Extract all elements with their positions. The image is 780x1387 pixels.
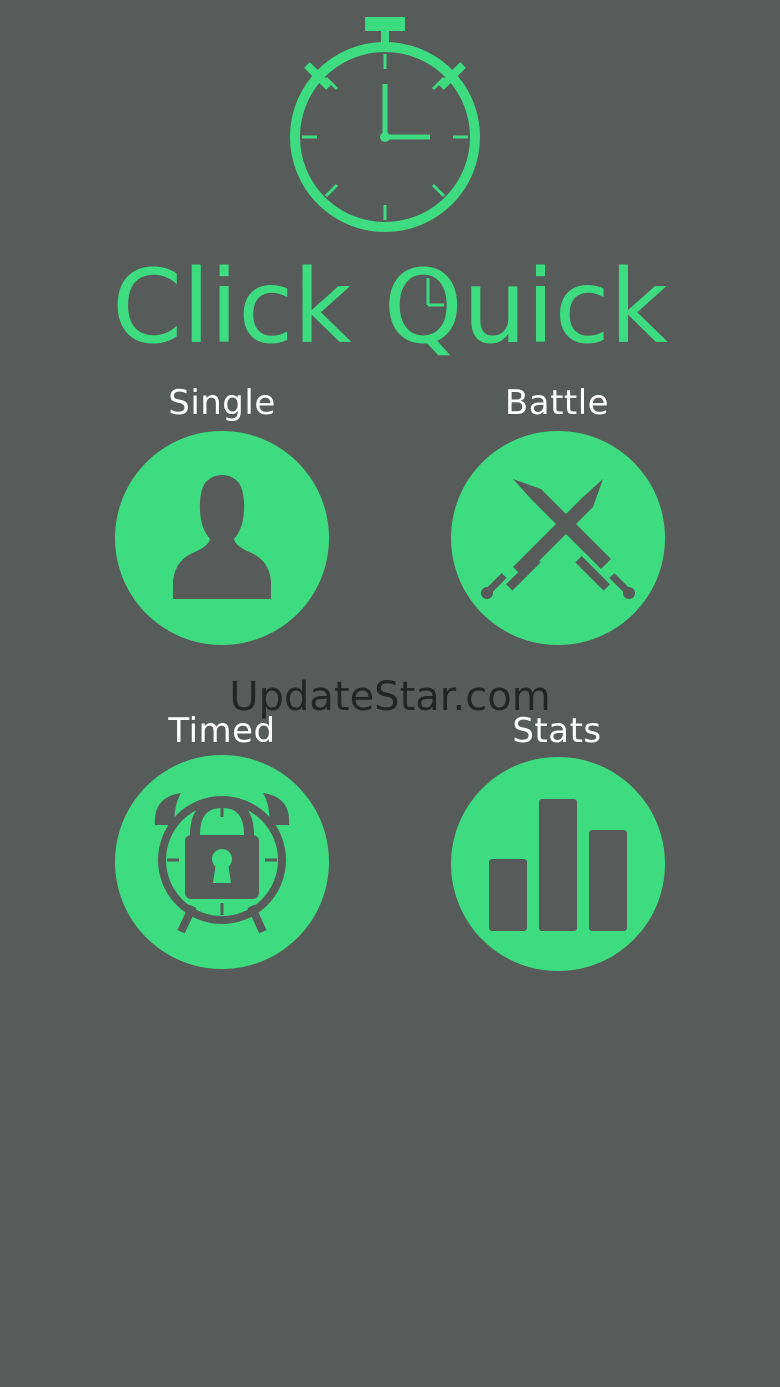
timed-mode-button[interactable] [115, 755, 329, 969]
app-title: Click Quick [112, 250, 668, 360]
person-icon [173, 475, 271, 599]
timed-label: Timed [168, 711, 276, 751]
single-mode-button[interactable] [115, 431, 329, 645]
single-label: Single [168, 383, 276, 423]
crossed-swords-icon [481, 479, 635, 599]
battle-mode-button[interactable] [451, 431, 665, 645]
bar-chart-icon [489, 799, 627, 931]
stats-label: Stats [512, 711, 602, 751]
alarm-clock-lock-icon [154, 793, 290, 934]
stats-mode-button[interactable] [451, 757, 665, 971]
svg-text:Click Quick: Click Quick [112, 250, 668, 360]
battle-label: Battle [504, 383, 610, 423]
stopwatch-logo-icon [290, 17, 480, 232]
